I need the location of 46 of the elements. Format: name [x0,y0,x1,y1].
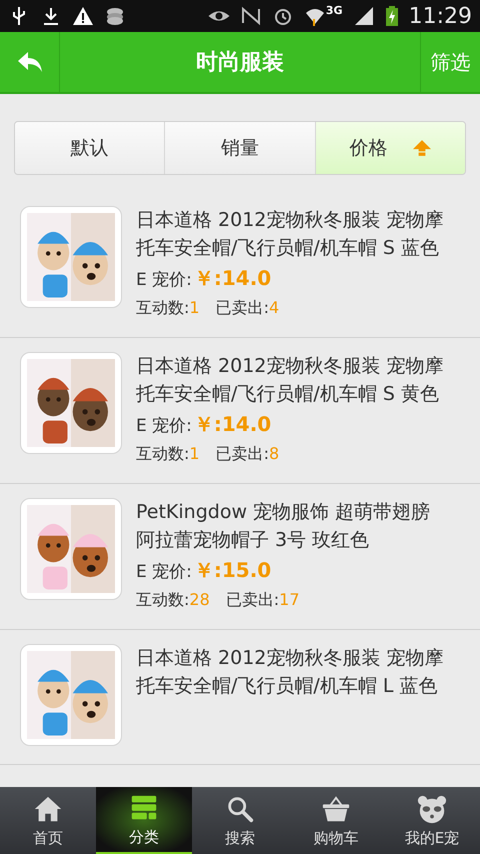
battery-icon [384,5,399,27]
tab-bar-item[interactable]: 购物车 [288,787,384,854]
stack-icon [104,5,126,27]
interactions-label: 互动数: [136,444,190,465]
tab-bar-item[interactable]: 我的E宠 [384,787,480,854]
interactions-count: 28 [189,590,210,609]
product-title[interactable]: PetKingdow 宠物服饰 超萌带翅膀阿拉蕾宠物帽子 3号 玫红色 [136,498,446,554]
tab-bar-item[interactable]: 搜索 [192,787,288,854]
product-thumbnail[interactable] [20,498,122,600]
price: ￥:14.0 [194,411,272,438]
tab-bar-item[interactable]: 首页 [0,787,96,854]
price-label: E 宠价: [136,415,192,437]
eye-icon [208,9,230,23]
sold-label: 已卖出: [226,590,280,611]
network-type: 3G [326,4,343,17]
interactions-label: 互动数: [136,298,190,319]
product-thumbnail[interactable] [20,352,122,454]
product-title[interactable]: 日本道格 2012宠物秋冬服装 宠物摩托车安全帽/飞行员帽/机车帽 S 蓝色 [136,206,446,262]
sold-count: 8 [268,444,280,463]
basket-icon [321,794,351,824]
product-title[interactable]: 日本道格 2012宠物秋冬服装 宠物摩托车安全帽/飞行员帽/机车帽 S 黄色 [136,352,446,408]
price: ￥:14.0 [194,265,272,292]
sort-tab[interactable]: 价格 [316,122,465,174]
sort-tab[interactable]: 默认 [15,122,166,174]
interactions-count: 1 [189,298,200,317]
sold-count: 4 [268,298,280,317]
price: ￥:15.0 [194,557,272,584]
price-label: E 宠价: [136,269,192,291]
interactions-label: 互动数: [136,590,190,611]
sort-tab[interactable]: 销量 [165,122,316,174]
back-arrow-icon [16,50,44,74]
product-title[interactable]: 日本道格 2012宠物秋冬服装 宠物摩托车安全帽/飞行员帽/机车帽 L 蓝色 [136,644,446,700]
interactions-count: 1 [189,444,200,463]
sold-label: 已卖出: [216,444,269,465]
tab-bar-item[interactable]: 分类 [96,787,192,854]
product-thumbnail[interactable] [20,644,122,746]
sold-label: 已卖出: [216,298,269,319]
sold-count: 17 [279,590,300,609]
clock: 11:29 [408,4,472,28]
product-thumbnail[interactable] [20,206,122,308]
price-label: E 宠价: [136,561,192,583]
warning-icon [72,5,94,27]
nfc-icon [240,5,262,27]
signal-icon [352,5,375,27]
page-title: 时尚服装 [195,49,285,77]
panda-icon [417,794,447,824]
